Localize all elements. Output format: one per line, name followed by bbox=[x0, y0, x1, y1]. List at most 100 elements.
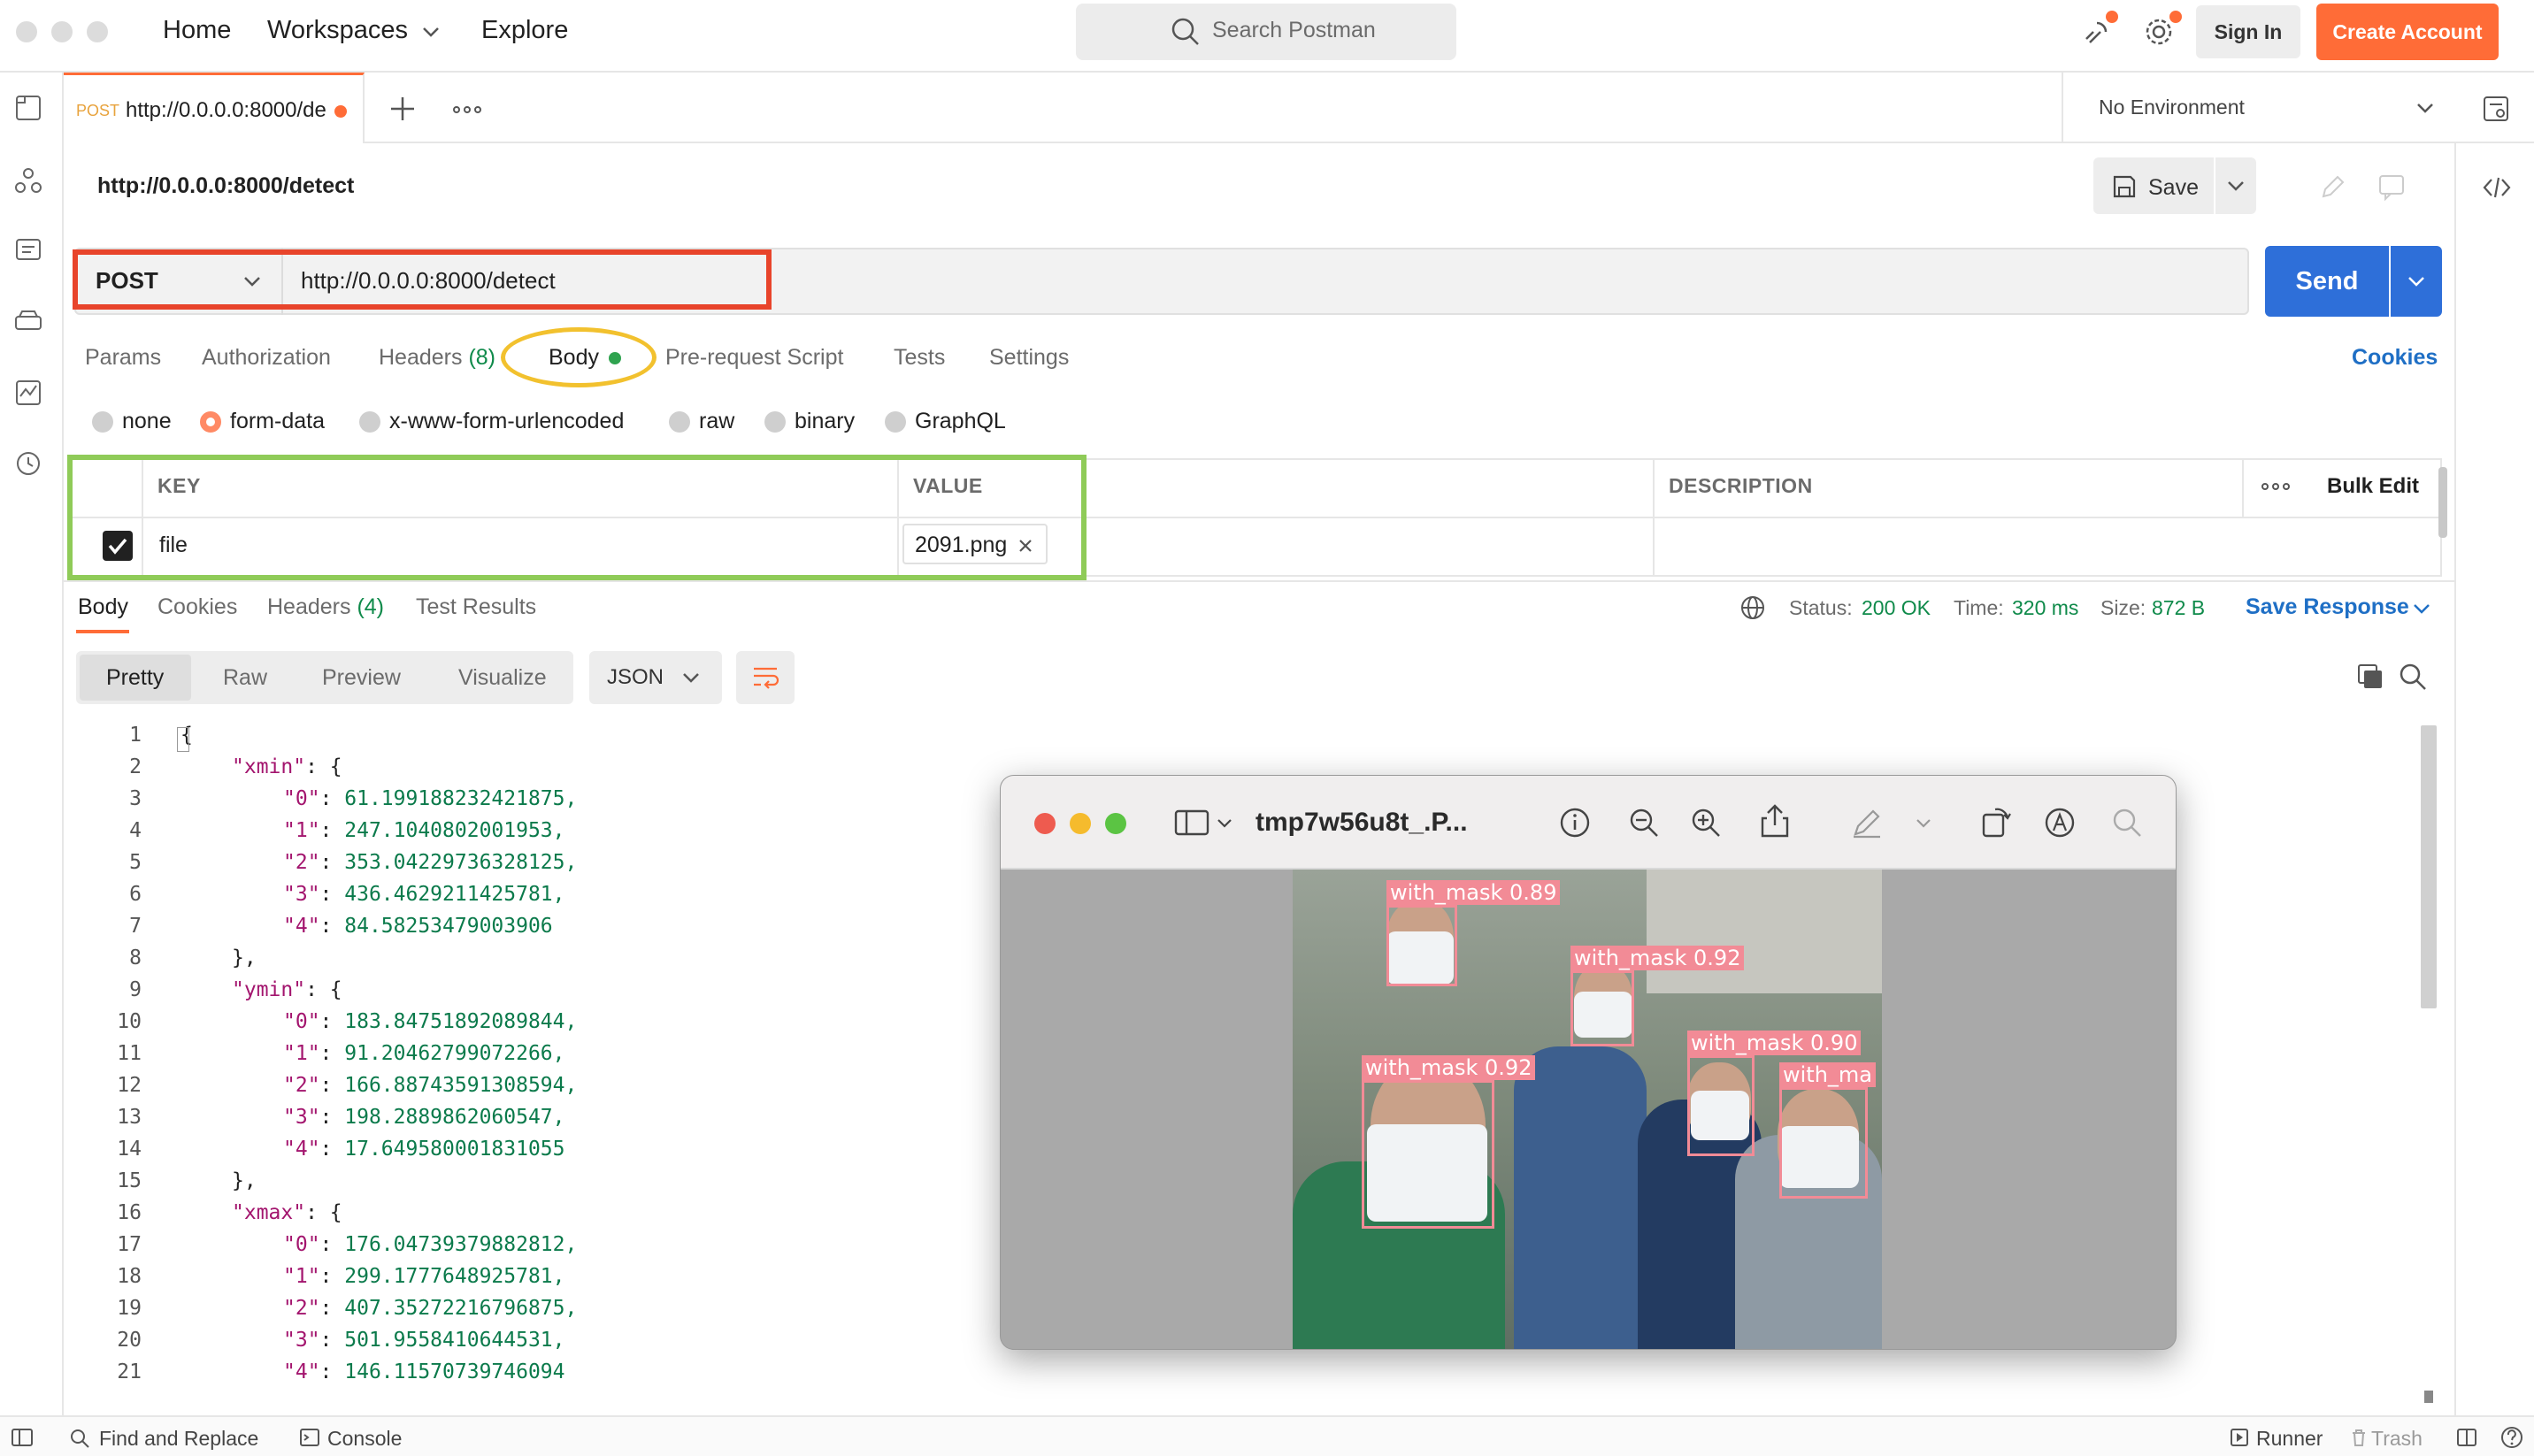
json-value: : 198.2889862060547, bbox=[319, 1106, 565, 1129]
more-horizontal-icon[interactable] bbox=[2260, 478, 2292, 495]
response-tab-test-results[interactable]: Test Results bbox=[416, 594, 536, 620]
json-key: "2" bbox=[283, 851, 320, 874]
tab-prerequest-script[interactable]: Pre-request Script bbox=[665, 345, 843, 371]
help-icon[interactable] bbox=[2500, 1426, 2523, 1449]
collections-icon[interactable] bbox=[12, 92, 44, 124]
response-tab-body[interactable]: Body bbox=[78, 594, 128, 620]
json-value: : 166.88743591308594, bbox=[319, 1074, 578, 1097]
wrap-lines-button[interactable] bbox=[736, 651, 795, 704]
send-button[interactable]: Send bbox=[2265, 246, 2389, 317]
sidebar-toggle-icon[interactable] bbox=[1174, 808, 1209, 838]
image-preview-window[interactable]: tmp7w56u8t_.P... with_mask 0.89 with_mas… bbox=[1000, 775, 2177, 1350]
monitors-icon[interactable] bbox=[12, 377, 44, 409]
trash-button[interactable]: Trash bbox=[2371, 1427, 2423, 1451]
search-icon[interactable] bbox=[2110, 806, 2144, 839]
bulk-edit-button[interactable]: Bulk Edit bbox=[2327, 474, 2419, 499]
chevron-down-icon[interactable] bbox=[2412, 602, 2431, 616]
search-placeholder: Search Postman bbox=[1212, 18, 1376, 42]
radio-form-data[interactable] bbox=[200, 411, 221, 433]
tab-authorization[interactable]: Authorization bbox=[202, 345, 331, 371]
tab-settings[interactable]: Settings bbox=[989, 345, 1069, 371]
mock-servers-icon[interactable] bbox=[12, 306, 44, 338]
line-number: 19 bbox=[117, 1297, 142, 1320]
tab-params[interactable]: Params bbox=[85, 345, 161, 371]
radio-graphql[interactable] bbox=[885, 411, 906, 433]
pane-divider[interactable] bbox=[64, 580, 2454, 582]
create-account-button[interactable]: Create Account bbox=[2316, 4, 2499, 60]
window-zoom-dot[interactable] bbox=[87, 21, 108, 42]
chevron-down-icon[interactable] bbox=[1916, 818, 1931, 829]
chevron-down-icon bbox=[423, 27, 439, 37]
response-scroll-thumb[interactable] bbox=[2421, 725, 2437, 1008]
send-options-dropdown[interactable] bbox=[2391, 246, 2442, 317]
format-pretty[interactable]: Pretty bbox=[106, 665, 164, 691]
more-horizontal-icon[interactable] bbox=[451, 101, 483, 119]
preview-zoom-button[interactable] bbox=[1105, 813, 1126, 834]
detection-box bbox=[1570, 970, 1634, 1046]
json-key: "2" bbox=[283, 1074, 320, 1097]
runner-button[interactable]: Runner bbox=[2256, 1427, 2323, 1451]
window-close-dot[interactable] bbox=[16, 21, 37, 42]
share-icon[interactable] bbox=[1758, 802, 1792, 839]
preview-minimize-button[interactable] bbox=[1070, 813, 1091, 834]
chevron-down-icon[interactable] bbox=[1217, 818, 1232, 829]
request-tab[interactable]: POST http://0.0.0.0:8000/de bbox=[64, 73, 365, 143]
rotate-icon[interactable] bbox=[1979, 804, 2013, 839]
environment-quick-look-icon[interactable] bbox=[2481, 94, 2511, 124]
console-button[interactable]: Console bbox=[327, 1427, 402, 1451]
line-number: 2 bbox=[129, 755, 142, 778]
cookies-link[interactable]: Cookies bbox=[2352, 345, 2438, 371]
history-icon[interactable] bbox=[12, 448, 44, 479]
nav-home[interactable]: Home bbox=[163, 16, 231, 45]
detection-label: with_mask 0.92 bbox=[1570, 946, 1745, 970]
status-value[interactable]: 200 OK bbox=[1862, 596, 1931, 620]
format-preview[interactable]: Preview bbox=[322, 665, 401, 691]
scroll-down-arrow[interactable] bbox=[2424, 1391, 2433, 1403]
response-tab-headers[interactable]: Headers (4) bbox=[267, 594, 384, 620]
save-options-dropdown[interactable] bbox=[2215, 157, 2256, 214]
search-icon bbox=[71, 1429, 89, 1448]
code-line: "4": 84.58253479003906 bbox=[283, 915, 553, 938]
window-minimize-dot[interactable] bbox=[51, 21, 73, 42]
radio-urlencoded[interactable] bbox=[359, 411, 380, 433]
preview-close-button[interactable] bbox=[1034, 813, 1056, 834]
environments-icon[interactable] bbox=[12, 235, 44, 267]
markup-pen-icon[interactable] bbox=[1850, 806, 1884, 839]
response-tab-cookies[interactable]: Cookies bbox=[157, 594, 237, 620]
radio-raw[interactable] bbox=[669, 411, 690, 433]
console-icon bbox=[300, 1429, 319, 1446]
plus-icon[interactable] bbox=[388, 94, 418, 124]
time-value[interactable]: 320 ms bbox=[2012, 596, 2078, 620]
zoom-out-icon[interactable] bbox=[1627, 806, 1661, 839]
save-response-button[interactable]: Save Response bbox=[2246, 594, 2409, 620]
format-visualize[interactable]: Visualize bbox=[458, 665, 547, 691]
tab-tests[interactable]: Tests bbox=[894, 345, 945, 371]
globe-icon[interactable] bbox=[1739, 594, 1766, 621]
search-icon[interactable] bbox=[2398, 662, 2428, 692]
comments-icon[interactable] bbox=[2377, 172, 2407, 202]
markup-icon[interactable] bbox=[2043, 806, 2077, 839]
tab-headers[interactable]: Headers (8) bbox=[379, 345, 495, 371]
apis-icon[interactable] bbox=[12, 165, 44, 196]
nav-workspaces[interactable]: Workspaces bbox=[267, 16, 408, 45]
size-value[interactable]: 872 B bbox=[2152, 596, 2205, 620]
radio-binary[interactable] bbox=[764, 411, 786, 433]
response-type-select[interactable]: JSON bbox=[589, 651, 722, 704]
code-icon[interactable] bbox=[2481, 172, 2513, 203]
copy-icon[interactable] bbox=[2355, 662, 2385, 692]
info-icon[interactable] bbox=[1558, 806, 1592, 839]
response-tab-headers-count: (4) bbox=[357, 594, 385, 619]
zoom-in-icon[interactable] bbox=[1689, 806, 1723, 839]
format-raw[interactable]: Raw bbox=[223, 665, 267, 691]
environment-selector[interactable]: No Environment bbox=[2062, 73, 2451, 143]
nav-explore[interactable]: Explore bbox=[481, 16, 568, 45]
edit-pencil-icon[interactable] bbox=[2318, 172, 2348, 202]
toggle-sidebar-icon[interactable] bbox=[11, 1428, 34, 1447]
radio-none[interactable] bbox=[92, 411, 113, 433]
save-button[interactable]: Save bbox=[2093, 157, 2214, 214]
table-scrollbar[interactable] bbox=[2438, 467, 2447, 538]
annotation-yellow-highlight bbox=[501, 327, 657, 387]
find-replace-button[interactable]: Find and Replace bbox=[99, 1427, 258, 1451]
two-pane-icon[interactable] bbox=[2456, 1428, 2477, 1447]
sign-in-button[interactable]: Sign In bbox=[2196, 5, 2300, 58]
